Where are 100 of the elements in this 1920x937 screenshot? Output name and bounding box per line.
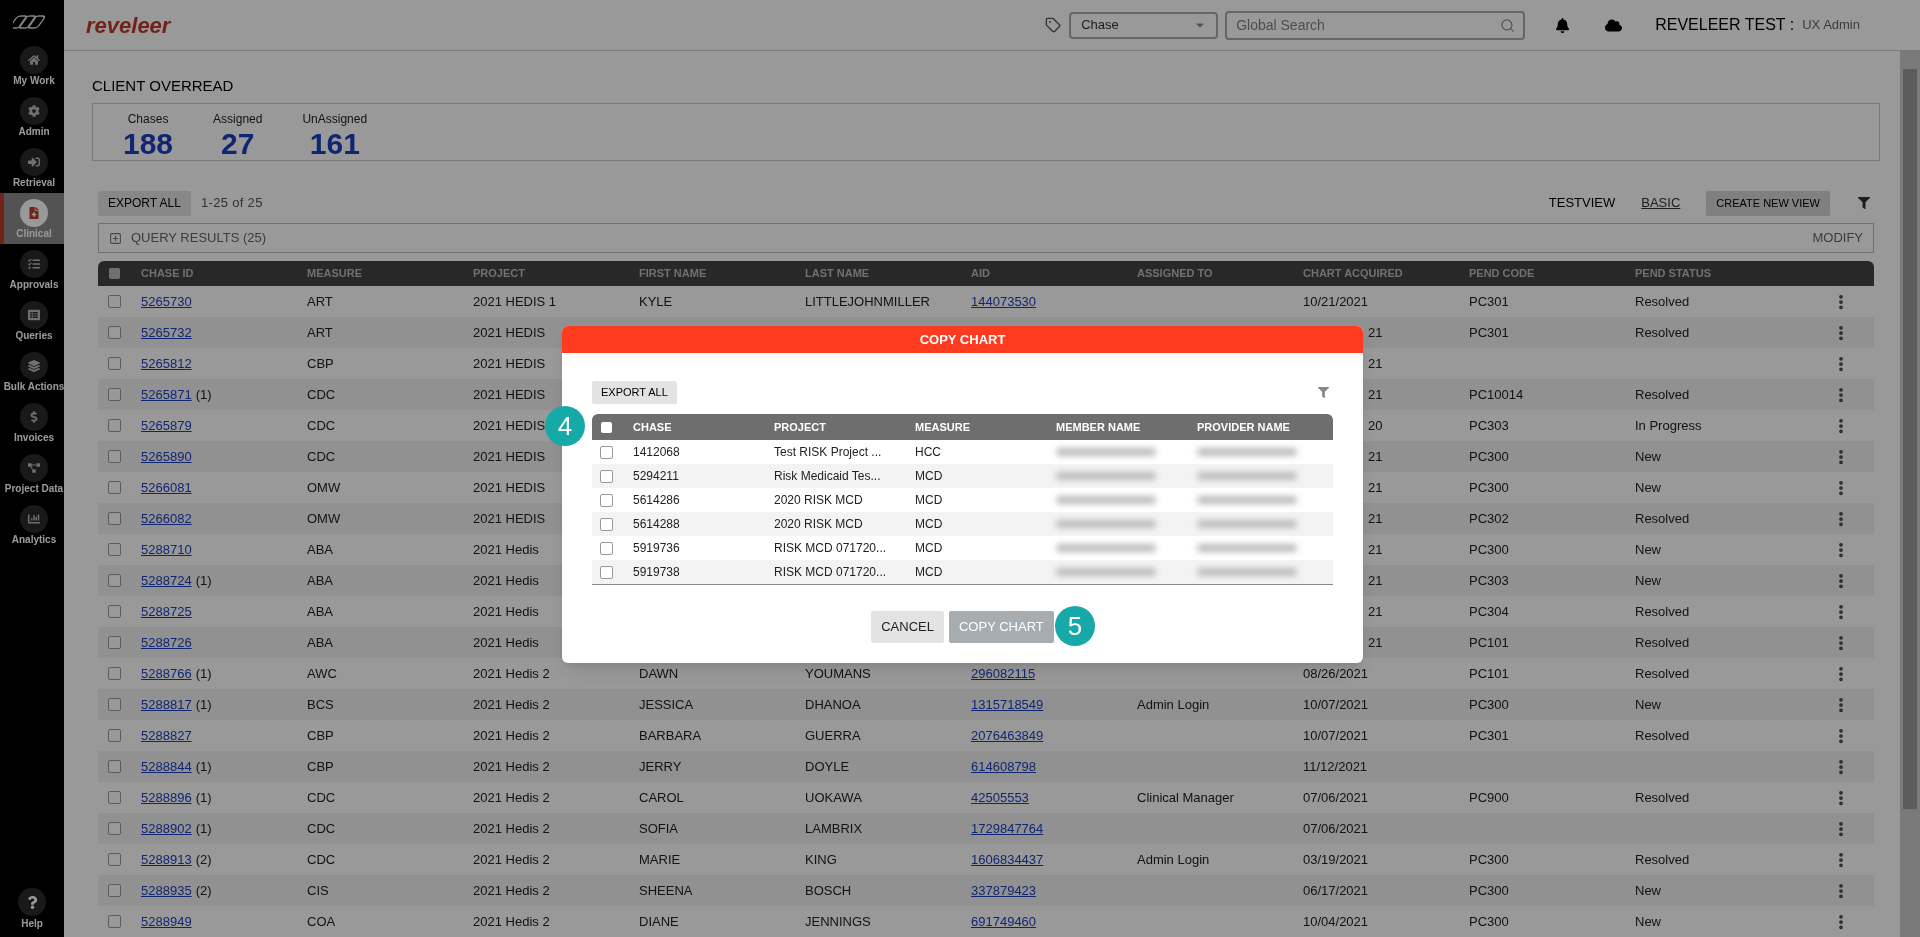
count-text: (1) <box>195 664 212 683</box>
table-cell: PC301 <box>1469 727 1509 743</box>
table-cell: 5294211 <box>633 469 679 483</box>
table-cell: KING <box>805 851 837 867</box>
table-cell: SHEENA <box>639 882 693 898</box>
table-cell: Risk Medicaid Tes... <box>774 469 881 483</box>
table-cell: PC300 <box>1469 696 1509 712</box>
table-cell: HCC <box>915 445 941 459</box>
table-cell: RISK MCD 071720... <box>774 565 887 579</box>
table-cell: ART <box>307 293 333 309</box>
table-cell: OMW <box>307 510 341 526</box>
table-cell: 07/06/2021 <box>1303 789 1369 805</box>
table-cell: CAROL <box>639 789 684 805</box>
table-cell: 21 <box>1368 355 1383 371</box>
table-cell: Resolved <box>1635 727 1690 743</box>
query-results-title: QUERY RESULTS (25) <box>131 229 267 248</box>
table-cell: Test RISK Project ... <box>774 445 882 459</box>
table-cell: CDC <box>307 851 336 867</box>
table-cell: BOSCH <box>805 882 852 898</box>
table-cell: 5614288 <box>633 517 680 531</box>
stat-value: 161 <box>309 128 360 160</box>
count-text: (1) <box>195 788 212 807</box>
table-cell: PC300 <box>1469 882 1509 898</box>
count-text: (1) <box>195 819 212 838</box>
table-cell: LAMBRIX <box>805 820 863 836</box>
table-cell: UOKAWA <box>805 789 862 805</box>
table-cell: 21 <box>1368 510 1383 526</box>
table-cell: 21 <box>1368 448 1383 464</box>
table-cell: DAWN <box>639 665 679 681</box>
table-cell: JENNINGS <box>805 913 871 929</box>
table-cell: MARIE <box>639 851 681 867</box>
stat-label: UnAssigned <box>302 111 368 128</box>
table-cell: PC101 <box>1469 634 1509 650</box>
table-cell: 06/17/2021 <box>1303 882 1369 898</box>
table-cell: 2021 HEDIS <box>473 510 546 526</box>
page-title: CLIENT OVERREAD <box>92 77 235 95</box>
table-cell: PC300 <box>1469 913 1509 929</box>
table-cell: Resolved <box>1635 665 1690 681</box>
stat-label: Chases <box>127 111 169 128</box>
table-cell: JESSICA <box>639 696 694 712</box>
table-cell: 5919738 <box>633 565 680 579</box>
table-cell: 2021 HEDIS <box>473 324 546 340</box>
table-cell: BARBARA <box>639 727 702 743</box>
table-cell: OMW <box>307 479 341 495</box>
table-cell: 2020 RISK MCD <box>774 517 863 531</box>
table-cell: 2021 Hedis 2 <box>473 851 550 867</box>
table-cell: 2021 Hedis 2 <box>473 758 550 774</box>
table-cell: Resolved <box>1635 510 1690 526</box>
user-role: UX Admin <box>1802 16 1860 35</box>
table-cell: ABA <box>307 541 333 557</box>
table-cell: JERRY <box>639 758 682 774</box>
table-cell: MCD <box>915 541 943 555</box>
table-cell: Resolved <box>1635 603 1690 619</box>
table-cell: 11/12/2021 <box>1303 758 1368 774</box>
table-cell: 10/07/2021 <box>1303 696 1369 712</box>
table-cell: 21 <box>1368 634 1383 650</box>
table-cell: 1412068 <box>633 445 680 459</box>
table-cell: 2021 Hedis 2 <box>473 665 550 681</box>
table-cell: 07/06/2021 <box>1303 820 1369 836</box>
table-cell: Resolved <box>1635 634 1690 650</box>
table-cell: 2021 Hedis 2 <box>473 913 550 929</box>
table-cell: 2021 Hedis <box>473 634 539 650</box>
table-cell: New <box>1635 448 1661 464</box>
table-cell: 10/04/2021 <box>1303 913 1369 929</box>
table-cell: PC300 <box>1469 541 1509 557</box>
count-text: (1) <box>195 757 212 776</box>
count-text: (2) <box>195 881 212 900</box>
table-cell: MCD <box>915 469 943 483</box>
table-cell: 2021 Hedis <box>473 572 539 588</box>
table-cell: ABA <box>307 603 333 619</box>
table-cell: AWC <box>307 665 337 681</box>
table-cell: CDC <box>307 417 336 433</box>
stat-label: Assigned <box>213 111 263 128</box>
table-cell: 21 <box>1368 572 1383 588</box>
count-text: (2) <box>195 850 212 869</box>
table-cell: ABA <box>307 572 333 588</box>
table-cell: 2021 Hedis <box>473 603 539 619</box>
table-cell: Admin Login <box>1137 851 1210 867</box>
table-cell: CBP <box>307 355 334 371</box>
table-cell: New <box>1635 572 1661 588</box>
table-cell: Clinical Manager <box>1137 789 1234 805</box>
table-cell: YOUMANS <box>805 665 871 681</box>
table-cell: 08/26/2021 <box>1303 665 1369 681</box>
table-cell: MCD <box>915 517 943 531</box>
dialog-title: COPY CHART <box>919 330 1006 349</box>
table-cell: CBP <box>307 758 334 774</box>
table-cell: PC900 <box>1469 789 1509 805</box>
table-cell: DOYLE <box>805 758 850 774</box>
table-cell: PC101 <box>1469 665 1509 681</box>
table-cell: 03/19/2021 <box>1303 851 1369 867</box>
logo: reveleer <box>86 11 171 40</box>
table-cell: Admin Login <box>1137 696 1210 712</box>
table-cell: Resolved <box>1635 386 1690 402</box>
table-cell: 2021 Hedis <box>473 541 539 557</box>
table-cell: New <box>1635 913 1661 929</box>
table-cell: 2021 Hedis 2 <box>473 882 550 898</box>
count-text: (1) <box>195 571 212 590</box>
table-cell: Resolved <box>1635 324 1690 340</box>
table-cell: PC304 <box>1469 603 1509 619</box>
table-cell: CDC <box>307 386 336 402</box>
